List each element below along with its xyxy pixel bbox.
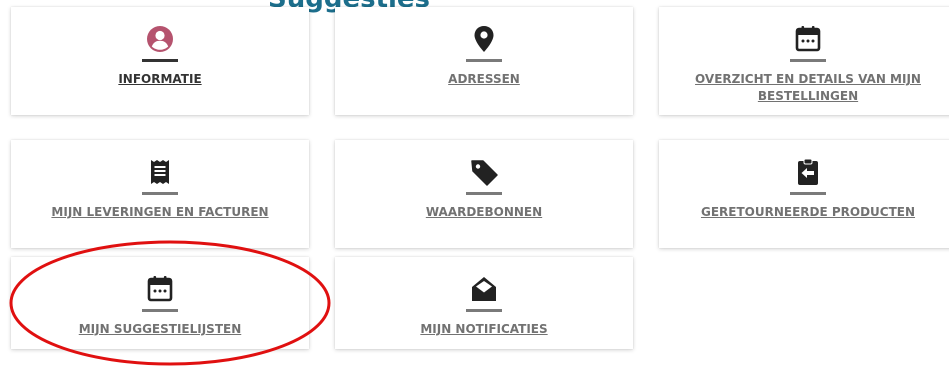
tile-label: INFORMATIE bbox=[118, 72, 202, 86]
tag-icon bbox=[469, 157, 499, 187]
calendar-icon bbox=[145, 274, 175, 304]
tile-underline-bar bbox=[466, 59, 502, 62]
tile-underline-bar bbox=[142, 192, 178, 195]
tile-label: MIJN SUGGESTIELIJSTEN bbox=[78, 322, 242, 336]
tile-label: MIJN LEVERINGEN EN FACTUREN bbox=[51, 205, 269, 219]
tile-notificaties[interactable]: MIJN NOTIFICATIES bbox=[335, 257, 633, 349]
tile-underline-bar bbox=[142, 309, 178, 312]
tile-overzicht-bestellingen[interactable]: OVERZICHT EN DETAILS VAN MIJN BESTELLING… bbox=[659, 7, 949, 115]
calendar-icon bbox=[793, 24, 823, 54]
tile-label: MIJN NOTIFICATIES bbox=[420, 322, 548, 336]
tile-leveringen-facturen[interactable]: MIJN LEVERINGEN EN FACTUREN bbox=[11, 140, 309, 248]
user-icon bbox=[145, 24, 175, 54]
map-pin-icon bbox=[469, 24, 499, 54]
envelope-open-icon bbox=[469, 274, 499, 304]
tile-underline-bar bbox=[466, 309, 502, 312]
tile-adressen[interactable]: ADRESSEN bbox=[335, 7, 633, 115]
tile-geretourneerde-producten[interactable]: GERETOURNEERDE PRODUCTEN bbox=[659, 140, 949, 248]
tile-label: GERETOURNEERDE PRODUCTEN bbox=[700, 205, 916, 219]
tile-label: ADRESSEN bbox=[448, 72, 520, 86]
tile-underline-bar bbox=[466, 192, 502, 195]
tile-suggestielijsten[interactable]: MIJN SUGGESTIELIJSTEN bbox=[11, 257, 309, 349]
tile-informatie[interactable]: INFORMATIE bbox=[11, 7, 309, 115]
tile-waardebonnen[interactable]: WAARDEBONNEN bbox=[335, 140, 633, 248]
receipt-icon bbox=[145, 157, 175, 187]
account-dashboard: Suggesties INFORMATIE ADRESSEN bbox=[0, 0, 949, 369]
tile-underline-bar bbox=[790, 59, 826, 62]
tile-underline-bar bbox=[790, 192, 826, 195]
tile-underline-bar bbox=[142, 59, 178, 62]
return-clipboard-icon bbox=[793, 157, 823, 187]
tile-label: WAARDEBONNEN bbox=[425, 205, 543, 219]
tile-label: OVERZICHT EN DETAILS VAN MIJN BESTELLING… bbox=[695, 72, 921, 103]
